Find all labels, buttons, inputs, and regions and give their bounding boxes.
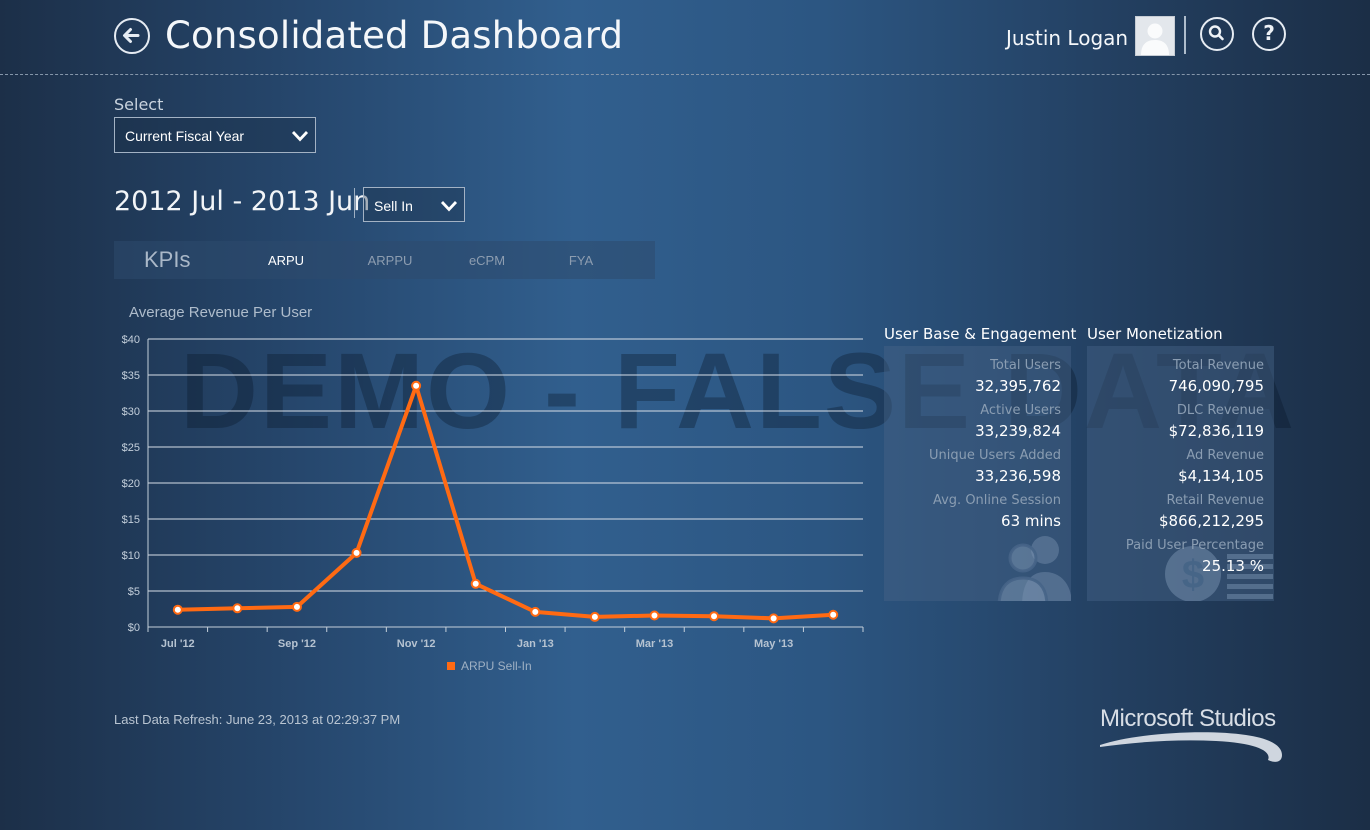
stat-label: Retail Revenue — [1166, 493, 1264, 508]
legend-swatch — [447, 662, 455, 670]
search-icon — [1208, 25, 1224, 41]
y-tick-label: $30 — [122, 406, 140, 418]
data-point — [232, 603, 243, 614]
series-line — [175, 383, 836, 621]
help-icon: ? — [1263, 21, 1275, 45]
y-tick-label: $5 — [128, 586, 140, 598]
stat-label: DLC Revenue — [1176, 403, 1264, 418]
x-tick-label: Sep '12 — [278, 638, 316, 650]
stat-value: 63 mins — [1001, 512, 1061, 530]
user-name[interactable]: Justin Logan — [1006, 26, 1128, 50]
stat-label: Ad Revenue — [1186, 448, 1264, 463]
y-tick-label: $15 — [122, 514, 140, 526]
search-button[interactable] — [1200, 17, 1234, 51]
data-point — [828, 609, 839, 620]
header-divider — [1184, 16, 1186, 54]
data-point — [411, 380, 422, 391]
monetization-panel: $ Total Revenue 746,090,795 DLC Revenue … — [1087, 346, 1274, 601]
stat-value: 25.13 % — [1202, 557, 1264, 575]
data-point — [470, 578, 481, 589]
user-avatar-icon — [1141, 23, 1169, 55]
stat-label: Paid User Percentage — [1125, 538, 1264, 553]
help-button[interactable]: ? — [1252, 17, 1286, 51]
monetization-title: User Monetization — [1087, 325, 1223, 343]
stat-label: Total Users — [990, 358, 1061, 373]
y-tick-label: $20 — [122, 478, 140, 490]
y-tick-label: $35 — [122, 370, 140, 382]
microsoft-studios-logo: Microsoft Studios — [1096, 705, 1286, 767]
stat-value: $72,836,119 — [1168, 422, 1264, 440]
data-point — [649, 610, 660, 621]
last-refresh-text: Last Data Refresh: June 23, 2013 at 02:2… — [114, 712, 401, 727]
x-tick-label: Jul '12 — [161, 638, 195, 650]
stat-value: $4,134,105 — [1178, 467, 1264, 485]
user-base-panel: Total Users 32,395,762 Active Users 33,2… — [884, 346, 1071, 601]
users-icon — [997, 536, 1071, 601]
avatar[interactable] — [1135, 16, 1175, 56]
stat-label: Unique Users Added — [929, 448, 1061, 463]
stat-label: Total Revenue — [1172, 358, 1264, 373]
x-tick-label: Jan '13 — [517, 638, 554, 650]
y-tick-label: $10 — [122, 550, 140, 562]
stat-value: 33,239,824 — [975, 422, 1061, 440]
data-point — [589, 611, 600, 622]
stat-label: Avg. Online Session — [932, 493, 1061, 508]
legend-label: ARPU Sell-In — [461, 659, 532, 673]
data-point — [291, 601, 302, 612]
data-point — [351, 547, 362, 558]
y-tick-label: $25 — [122, 442, 140, 454]
x-tick-label: May '13 — [754, 638, 793, 650]
x-tick-label: Nov '12 — [397, 638, 436, 650]
brand-swoosh-icon — [1100, 732, 1282, 762]
chart-legend[interactable]: ARPU Sell-In — [447, 659, 532, 673]
stat-value: 746,090,795 — [1168, 377, 1264, 395]
user-base-title: User Base & Engagement — [884, 325, 1077, 343]
data-point — [172, 604, 183, 615]
stat-value: 32,395,762 — [975, 377, 1061, 395]
x-tick-label: Mar '13 — [636, 638, 673, 650]
stat-value: $866,212,295 — [1159, 512, 1264, 530]
svg-text:$: $ — [1182, 553, 1204, 597]
y-tick-label: $40 — [122, 334, 140, 346]
data-point — [768, 613, 779, 624]
stat-label: Active Users — [980, 403, 1061, 418]
stat-value: 33,236,598 — [975, 467, 1061, 485]
data-point — [530, 606, 541, 617]
arpu-line-chart: $0 $5 $10 $15 $20 $25 $30 $35 $40 Jul '12 Sep '12 N… — [122, 334, 864, 650]
data-point — [709, 611, 720, 622]
y-tick-label: $0 — [128, 622, 140, 634]
